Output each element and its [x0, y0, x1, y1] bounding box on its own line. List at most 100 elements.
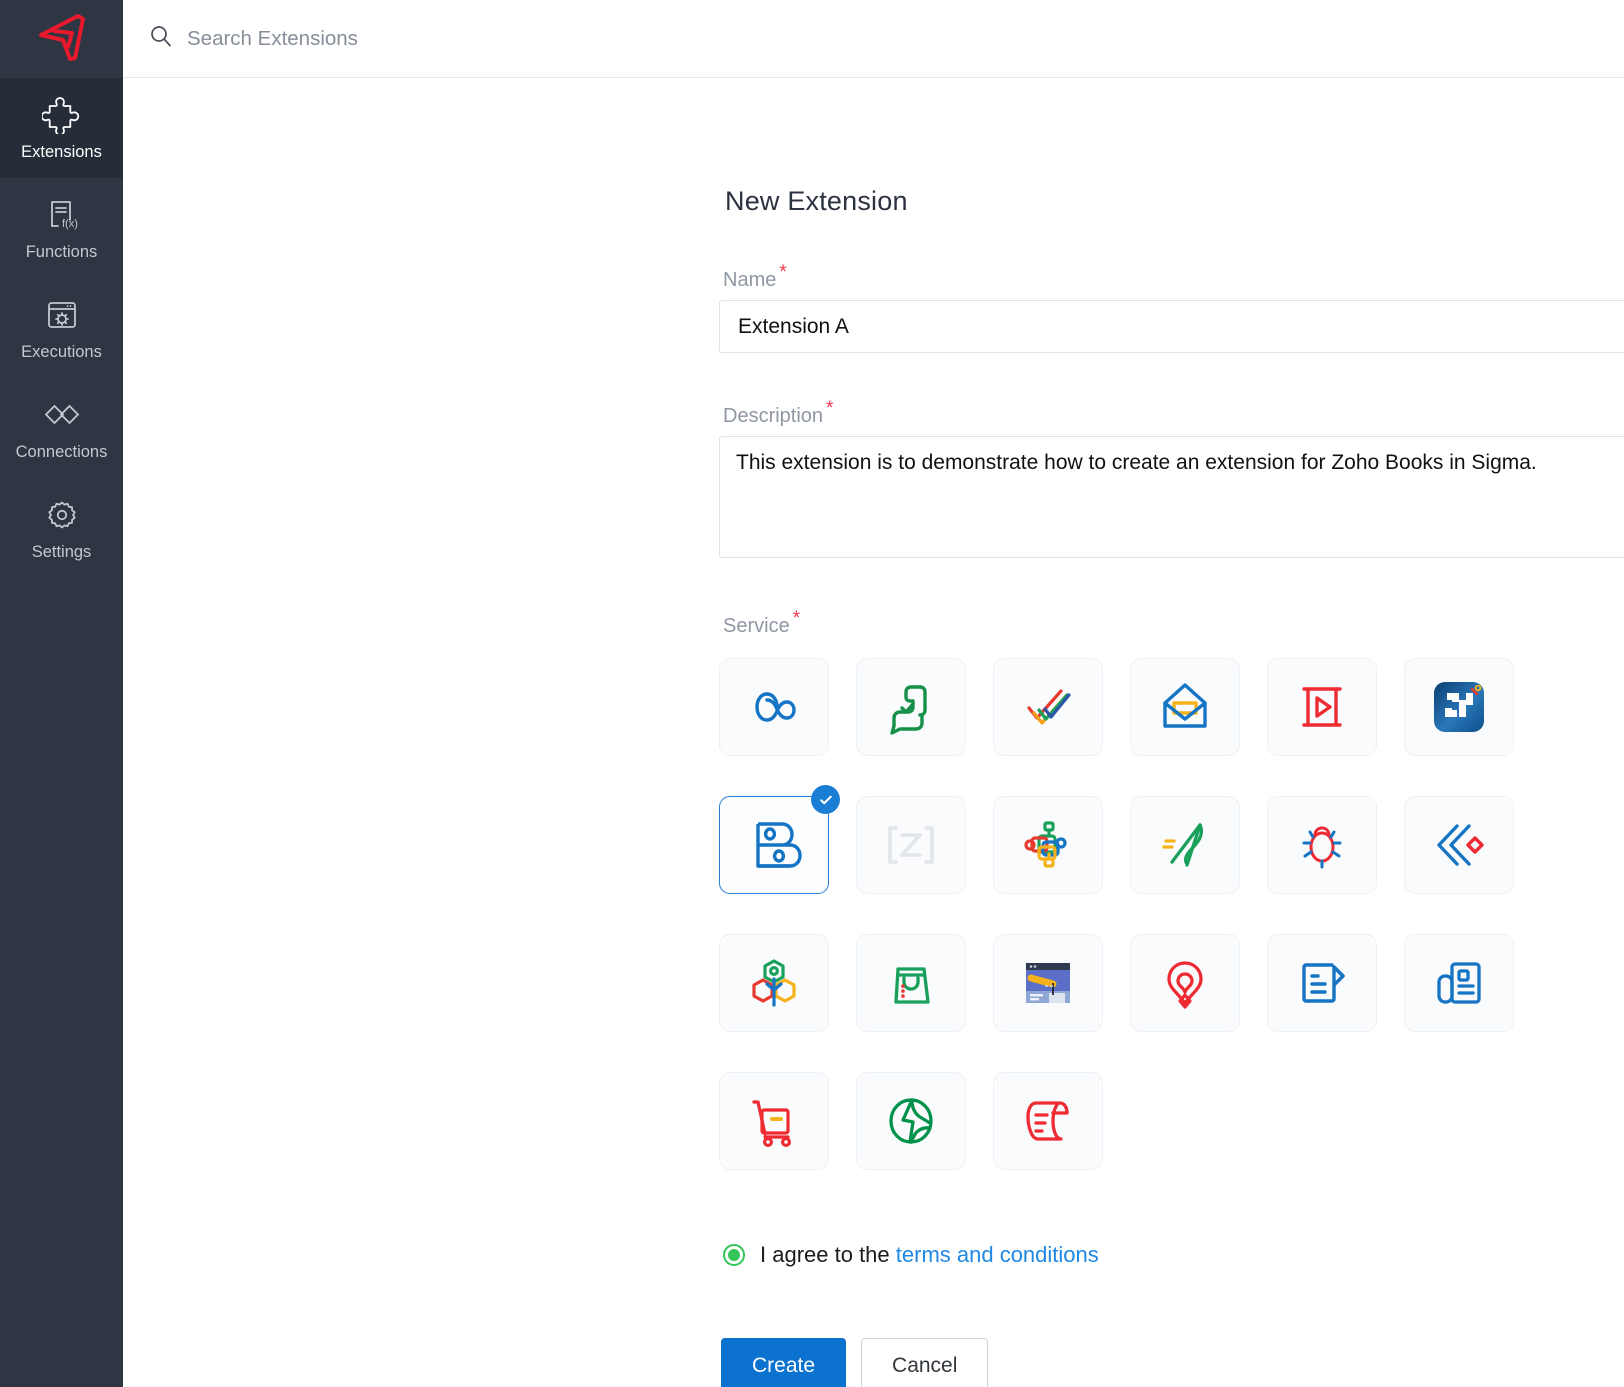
service-option-shipping[interactable] — [719, 1072, 829, 1170]
service-cell — [993, 934, 1130, 1032]
app-root: Extensions f(x) Functions — [0, 0, 1624, 1387]
zoho-workplace-icon — [882, 1092, 940, 1150]
service-cell — [1267, 934, 1404, 1032]
description-field-group: Description* This extension is to demons… — [719, 405, 1624, 563]
name-field-group: Name* — [719, 269, 1624, 353]
service-cell — [719, 1072, 856, 1170]
service-option-workplace[interactable] — [856, 1072, 966, 1170]
required-asterisk: * — [826, 398, 833, 419]
zoho-bugtracker-icon — [1293, 816, 1351, 874]
service-cell — [1130, 934, 1267, 1032]
zoho-books-icon — [746, 816, 802, 874]
service-field-group: Service* — [719, 615, 1624, 1170]
terms-text: I agree to the terms and conditions — [760, 1242, 1099, 1268]
top-bar — [123, 0, 1624, 78]
service-option-mail[interactable] — [1130, 658, 1240, 756]
sigma-arrow-logo-icon — [31, 9, 93, 70]
zoho-recruit-icon — [1156, 954, 1214, 1012]
zoho-creator-icon — [1019, 816, 1077, 874]
page-title: New Extension — [725, 186, 1624, 217]
service-cell — [856, 658, 993, 756]
app-logo[interactable] — [0, 0, 123, 78]
name-input[interactable] — [719, 300, 1624, 353]
service-option-people[interactable] — [1404, 934, 1514, 1032]
zoho-commerce-icon — [882, 954, 940, 1012]
terms-and-conditions-link[interactable]: terms and conditions — [896, 1242, 1099, 1267]
terms-checkbox[interactable] — [723, 1244, 745, 1266]
zoho-projects-icon — [1019, 678, 1077, 736]
required-asterisk: * — [793, 608, 800, 629]
sidebar-item-extensions[interactable]: Extensions — [0, 78, 123, 178]
service-cell — [1404, 796, 1541, 894]
service-option-crm[interactable] — [719, 658, 829, 756]
search-input[interactable] — [187, 27, 787, 51]
sidebar-item-label: Settings — [32, 544, 92, 561]
svg-text:f(x): f(x) — [62, 218, 78, 230]
sidebar: Extensions f(x) Functions — [0, 0, 123, 1387]
service-cell — [1404, 934, 1541, 1032]
service-cell — [993, 796, 1130, 894]
service-cell — [856, 934, 993, 1032]
service-cell — [1130, 796, 1267, 894]
service-cell — [719, 658, 856, 756]
search-bar[interactable] — [148, 23, 1624, 54]
main-area: New Extension Name* Description* This ex… — [123, 0, 1624, 1387]
service-option-flow[interactable] — [1130, 796, 1240, 894]
service-option-writer[interactable] — [1267, 934, 1377, 1032]
sidebar-item-label: Connections — [16, 444, 108, 461]
service-option-analytics[interactable] — [1404, 658, 1514, 756]
sidebar-item-functions[interactable]: f(x) Functions — [0, 178, 123, 278]
service-cell — [719, 934, 856, 1032]
name-label: Name* — [723, 269, 1624, 292]
function-fx-icon: f(x) — [42, 195, 82, 235]
selected-check-icon — [811, 785, 840, 814]
form-actions: Create Cancel — [721, 1338, 1624, 1387]
required-asterisk: * — [779, 262, 786, 283]
service-label: Service* — [723, 615, 1624, 638]
create-button[interactable]: Create — [721, 1338, 846, 1387]
zoho-mail-icon — [1155, 678, 1215, 736]
terms-row: I agree to the terms and conditions — [723, 1242, 1624, 1268]
zoho-shipping-icon — [745, 1092, 803, 1150]
service-grid — [719, 658, 1624, 1170]
cancel-button[interactable]: Cancel — [861, 1338, 988, 1387]
service-option-placeholder[interactable] — [856, 796, 966, 894]
zoho-invoice-icon — [1019, 1092, 1077, 1150]
sidebar-item-connections[interactable]: Connections — [0, 378, 123, 478]
zoho-people-icon — [1430, 954, 1488, 1012]
sidebar-item-executions[interactable]: Executions — [0, 278, 123, 378]
sidebar-item-settings[interactable]: Settings — [0, 478, 123, 578]
service-option-invoice[interactable] — [993, 1072, 1103, 1170]
zoho-desk-icon — [882, 678, 940, 736]
service-cell — [856, 796, 993, 894]
search-icon — [148, 23, 174, 54]
service-cell — [1130, 658, 1267, 756]
diamonds-icon — [42, 395, 82, 435]
description-textarea[interactable]: This extension is to demonstrate how to … — [719, 436, 1624, 558]
zoho-inventory-icon — [745, 954, 803, 1012]
zoho-sites-icon — [1018, 955, 1078, 1011]
service-option-books[interactable] — [719, 796, 829, 894]
service-option-desk[interactable] — [856, 658, 966, 756]
service-option-projects[interactable] — [993, 658, 1103, 756]
service-label-text: Service — [723, 615, 790, 637]
service-option-commerce[interactable] — [856, 934, 966, 1032]
service-option-bugtracker[interactable] — [1267, 796, 1377, 894]
service-option-recruit[interactable] — [1130, 934, 1240, 1032]
description-label: Description* — [723, 405, 1624, 428]
new-extension-form: New Extension Name* Description* This ex… — [719, 78, 1624, 1387]
service-option-showtime[interactable] — [1267, 658, 1377, 756]
service-cell — [1267, 658, 1404, 756]
description-label-text: Description — [723, 405, 823, 427]
name-label-text: Name — [723, 269, 776, 291]
zoho-analytics-icon — [1428, 676, 1490, 738]
service-option-sites[interactable] — [993, 934, 1103, 1032]
zoho-showtime-icon — [1293, 678, 1351, 736]
service-option-inventory[interactable] — [719, 934, 829, 1032]
checkbox-dot — [728, 1249, 740, 1261]
service-cell — [993, 1072, 1130, 1170]
zoho-flow-icon — [1156, 816, 1214, 874]
service-option-cliq[interactable] — [1404, 796, 1514, 894]
sidebar-item-label: Extensions — [21, 144, 102, 161]
service-option-creator[interactable] — [993, 796, 1103, 894]
